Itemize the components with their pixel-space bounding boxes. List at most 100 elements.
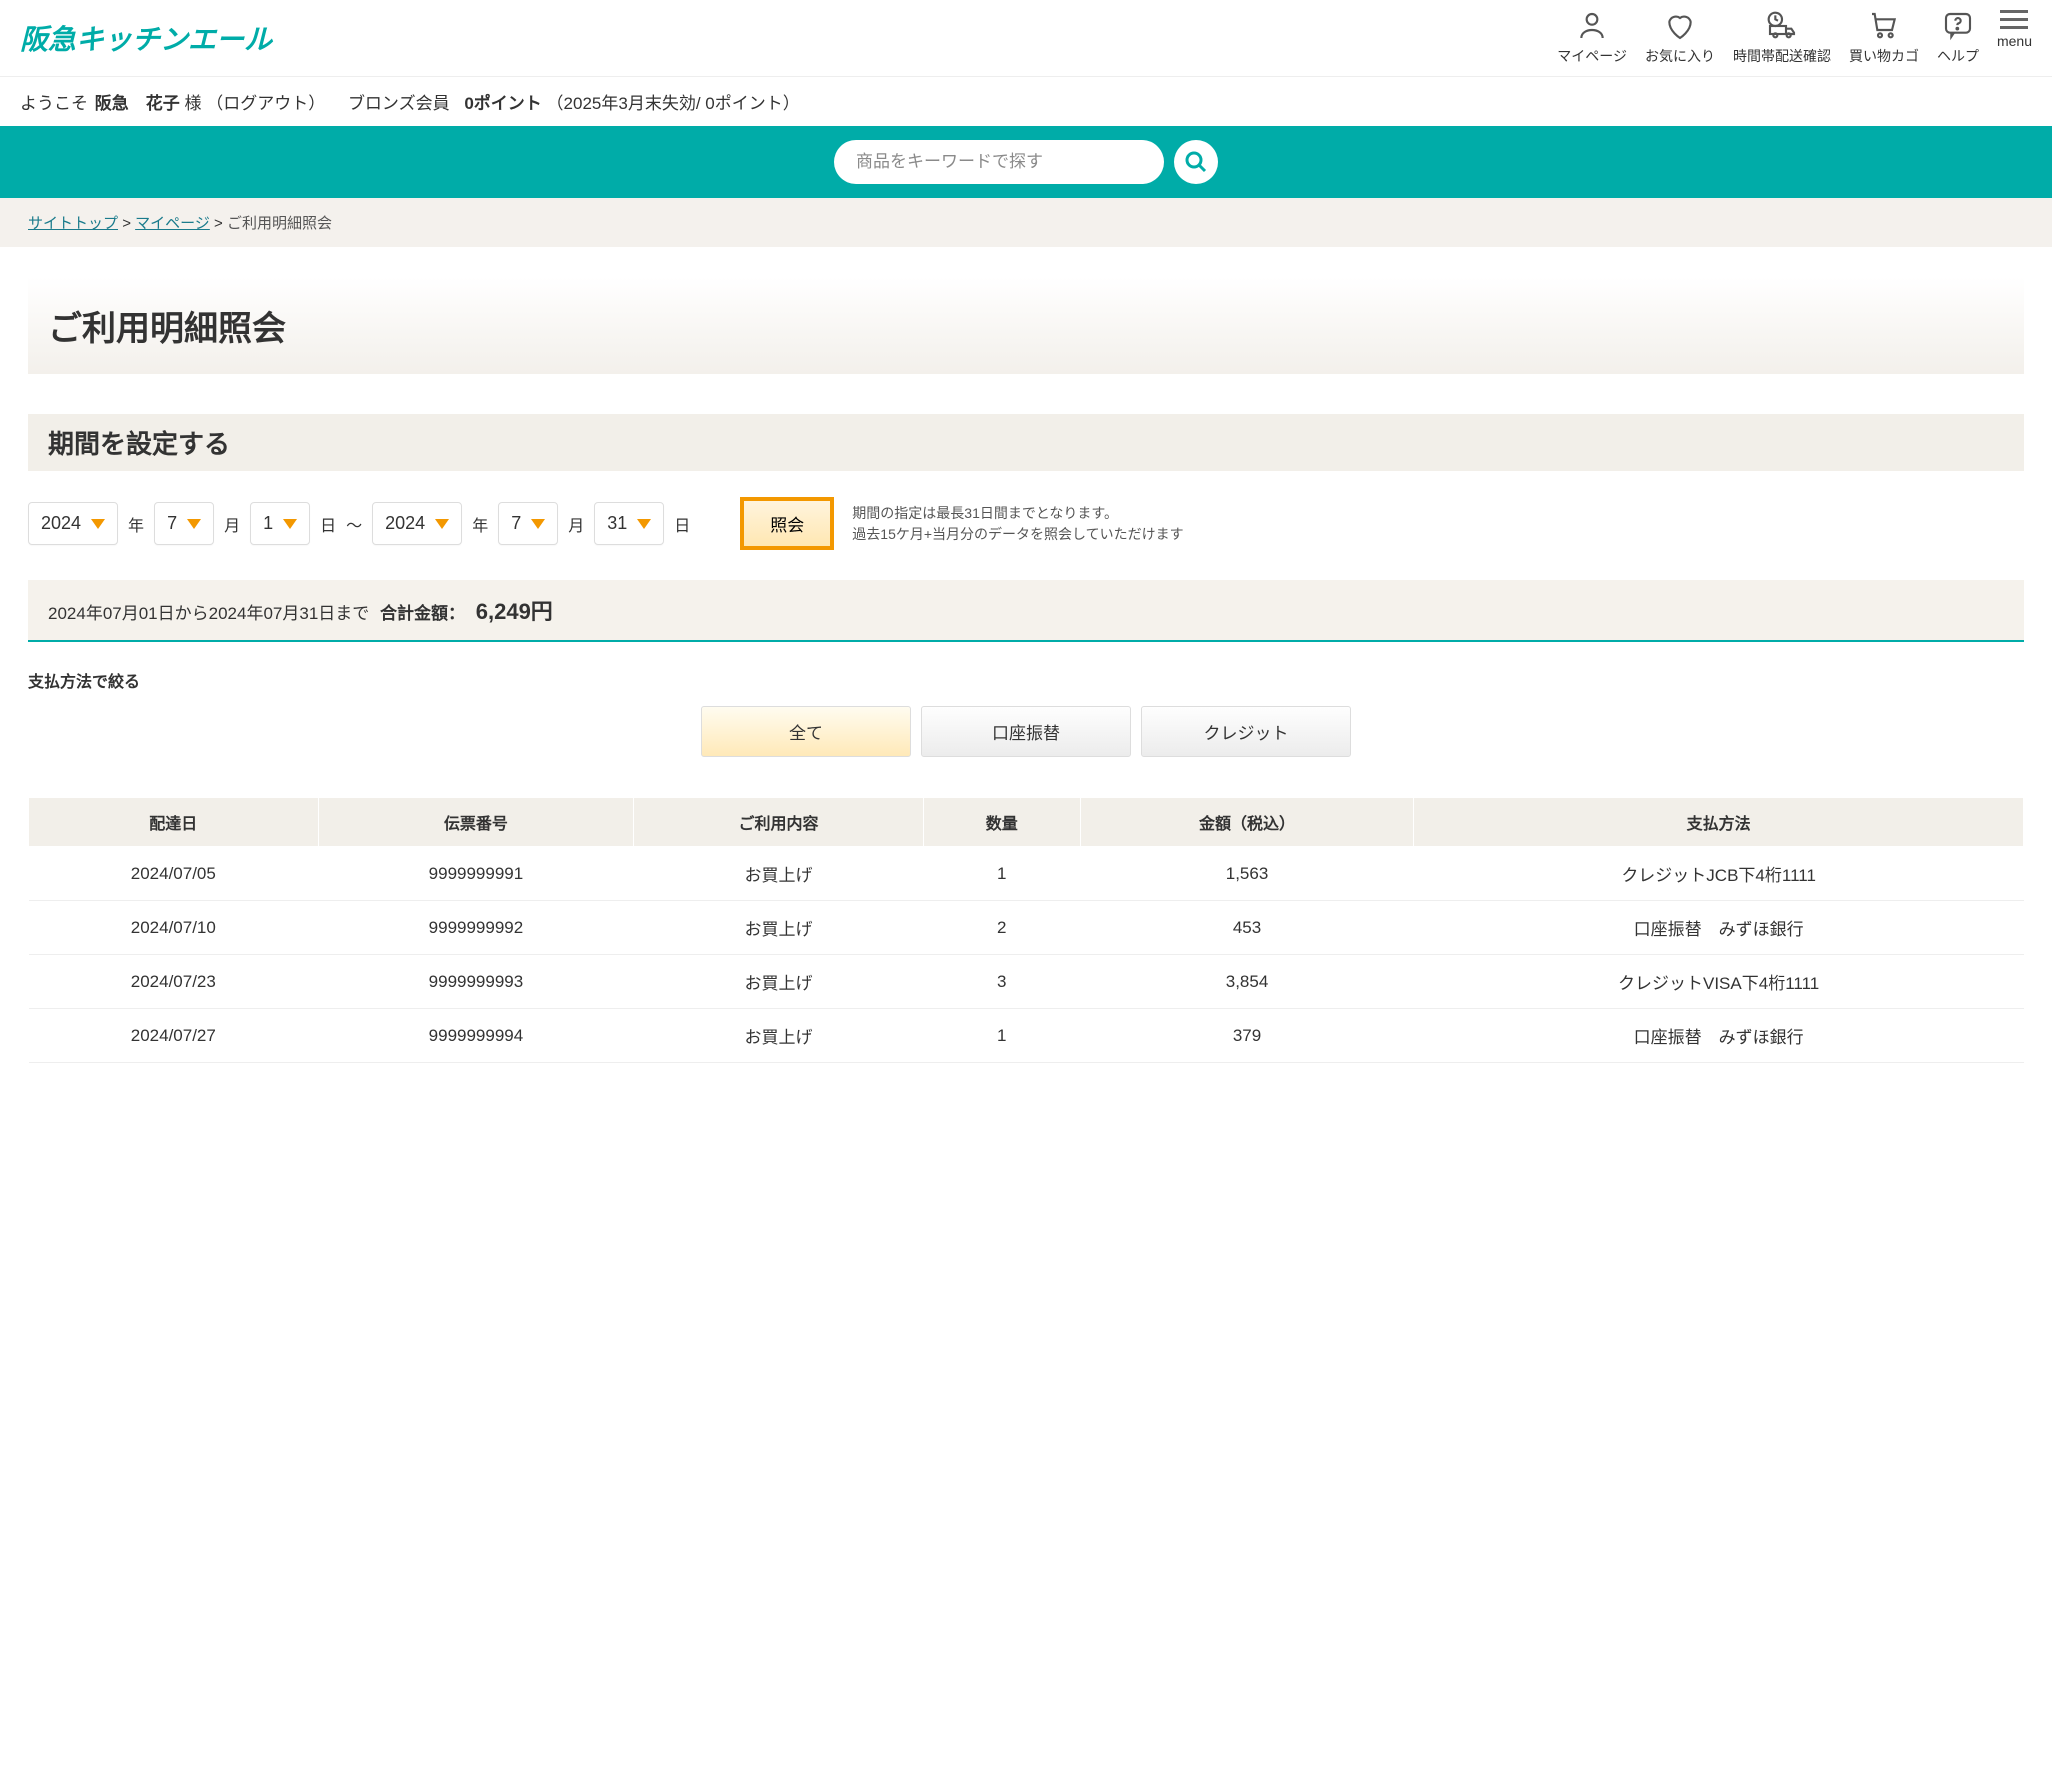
table-cell: 1 — [923, 847, 1080, 901]
date-selector-row: 2024 年 7 月 1 日 ～ 2024 年 7 月 31 日 照会 期間の指… — [28, 497, 2024, 550]
total-value: 6,249円 — [476, 599, 553, 624]
summary-range: 2024年07月01日から2024年07月31日まで — [48, 604, 369, 623]
breadcrumb-mypage[interactable]: マイページ — [135, 215, 210, 232]
search-band — [0, 126, 2052, 198]
search-wrap — [834, 140, 1218, 184]
table-cell: 9999999991 — [318, 847, 634, 901]
points-note: （2025年3月末失効/ 0ポイント） — [547, 94, 800, 113]
table-row: 2024/07/059999999991お買上げ11,563クレジットJCB下4… — [29, 847, 2024, 901]
table-cell: 3,854 — [1080, 955, 1413, 1009]
table-cell: 2024/07/27 — [29, 1009, 319, 1063]
to-month-select[interactable]: 7 — [498, 502, 558, 545]
site-logo[interactable]: 阪急キッチンエール — [20, 18, 272, 58]
nav-cart[interactable]: 買い物カゴ — [1849, 10, 1919, 66]
nav-label: マイページ — [1557, 46, 1627, 66]
summary-band: 2024年07月01日から2024年07月31日まで 合計金額： 6,249円 — [28, 580, 2024, 642]
table-cell: 2024/07/10 — [29, 901, 319, 955]
table-header: 数量 — [923, 798, 1080, 847]
chevron-down-icon — [91, 519, 105, 529]
table-header: ご利用内容 — [634, 798, 923, 847]
table-row: 2024/07/279999999994お買上げ1379口座振替 みずほ銀行 — [29, 1009, 2024, 1063]
breadcrumb-current: ご利用明細照会 — [227, 215, 332, 232]
table-cell: 379 — [1080, 1009, 1413, 1063]
nav-label: ヘルプ — [1937, 46, 1979, 66]
search-input[interactable] — [834, 140, 1164, 184]
nav-favorites[interactable]: お気に入り — [1645, 10, 1715, 66]
to-year-select[interactable]: 2024 — [372, 502, 462, 545]
to-day-select[interactable]: 31 — [594, 502, 664, 545]
header-nav: マイページ お気に入り 時間帯配送確認 買い物カゴ ヘルプ menu — [1557, 10, 2032, 66]
table-cell: 1,563 — [1080, 847, 1413, 901]
table-header: 配達日 — [29, 798, 319, 847]
greeting-bar: ようこそ 阪急 花子 様 （ログアウト） ブロンズ会員 0ポイント （2025年… — [0, 76, 2052, 126]
search-button[interactable] — [1174, 140, 1218, 184]
table-cell: お買上げ — [634, 955, 923, 1009]
table-cell: 2024/07/23 — [29, 955, 319, 1009]
nav-mypage[interactable]: マイページ — [1557, 10, 1627, 66]
nav-label: お気に入り — [1645, 46, 1715, 66]
chevron-down-icon — [531, 519, 545, 529]
breadcrumb-top[interactable]: サイトトップ — [28, 215, 118, 232]
table-cell: 2024/07/05 — [29, 847, 319, 901]
table-cell: 2 — [923, 901, 1080, 955]
table-header: 伝票番号 — [318, 798, 634, 847]
table-cell: クレジットVISA下4桁1111 — [1414, 955, 2024, 1009]
chevron-down-icon — [435, 519, 449, 529]
heart-icon — [1664, 10, 1696, 42]
from-month-select[interactable]: 7 — [154, 502, 214, 545]
nav-delivery[interactable]: 時間帯配送確認 — [1733, 10, 1831, 66]
nav-label: 時間帯配送確認 — [1733, 46, 1831, 66]
table-cell: クレジットJCB下4桁1111 — [1414, 847, 2024, 901]
from-day-select[interactable]: 1 — [250, 502, 310, 545]
logout-link[interactable]: （ログアウト） — [206, 94, 325, 113]
filter-bank-button[interactable]: 口座振替 — [921, 706, 1131, 757]
table-cell: お買上げ — [634, 901, 923, 955]
table-cell: お買上げ — [634, 847, 923, 901]
main-content: ご利用明細照会 期間を設定する 2024 年 7 月 1 日 ～ 2024 年 … — [0, 247, 2052, 1093]
from-year-select[interactable]: 2024 — [28, 502, 118, 545]
table-row: 2024/07/109999999992お買上げ2453口座振替 みずほ銀行 — [29, 901, 2024, 955]
table-cell: 口座振替 みずほ銀行 — [1414, 901, 2024, 955]
nav-label: menu — [1997, 33, 2032, 49]
table-cell: お買上げ — [634, 1009, 923, 1063]
table-cell: 口座振替 みずほ銀行 — [1414, 1009, 2024, 1063]
user-icon — [1576, 10, 1608, 42]
total-label: 合計金額： — [380, 604, 465, 623]
filter-row: 全て 口座振替 クレジット — [28, 706, 2024, 757]
page-title: ご利用明細照会 — [28, 277, 2024, 374]
user-name: 阪急 花子 — [95, 94, 180, 113]
date-note: 期間の指定は最長31日間までとなります。 過去15ケ月+当月分のデータを照会して… — [852, 503, 1183, 545]
member-rank: ブロンズ会員 — [348, 94, 450, 113]
search-icon — [1184, 150, 1208, 174]
chevron-down-icon — [187, 519, 201, 529]
table-cell: 9999999992 — [318, 901, 634, 955]
cart-icon — [1868, 10, 1900, 42]
filter-credit-button[interactable]: クレジット — [1141, 706, 1351, 757]
transactions-table: 配達日伝票番号ご利用内容数量金額（税込）支払方法 2024/07/0599999… — [28, 797, 2024, 1063]
table-cell: 9999999993 — [318, 955, 634, 1009]
table-row: 2024/07/239999999993お買上げ33,854クレジットVISA下… — [29, 955, 2024, 1009]
breadcrumb: サイトトップ > マイページ > ご利用明細照会 — [0, 198, 2052, 247]
chevron-down-icon — [283, 519, 297, 529]
table-cell: 3 — [923, 955, 1080, 1009]
table-cell: 453 — [1080, 901, 1413, 955]
greeting-prefix: ようこそ — [20, 94, 88, 113]
chevron-down-icon — [637, 519, 651, 529]
nav-help[interactable]: ヘルプ — [1937, 10, 1979, 66]
table-header: 支払方法 — [1414, 798, 2024, 847]
truck-clock-icon — [1766, 10, 1798, 42]
lookup-button[interactable]: 照会 — [740, 497, 834, 550]
nav-label: 買い物カゴ — [1849, 46, 1919, 66]
table-cell: 9999999994 — [318, 1009, 634, 1063]
filter-label: 支払方法で絞る — [28, 668, 2024, 692]
hamburger-icon — [2000, 10, 2028, 29]
period-title: 期間を設定する — [28, 414, 2024, 471]
greeting-suffix: 様 — [184, 94, 201, 113]
filter-all-button[interactable]: 全て — [701, 706, 911, 757]
help-icon — [1942, 10, 1974, 42]
nav-menu[interactable]: menu — [1997, 10, 2032, 49]
table-body: 2024/07/059999999991お買上げ11,563クレジットJCB下4… — [29, 847, 2024, 1063]
table-header-row: 配達日伝票番号ご利用内容数量金額（税込）支払方法 — [29, 798, 2024, 847]
table-header: 金額（税込） — [1080, 798, 1413, 847]
site-header: 阪急キッチンエール マイページ お気に入り 時間帯配送確認 買い物カゴ ヘルプ … — [0, 0, 2052, 76]
